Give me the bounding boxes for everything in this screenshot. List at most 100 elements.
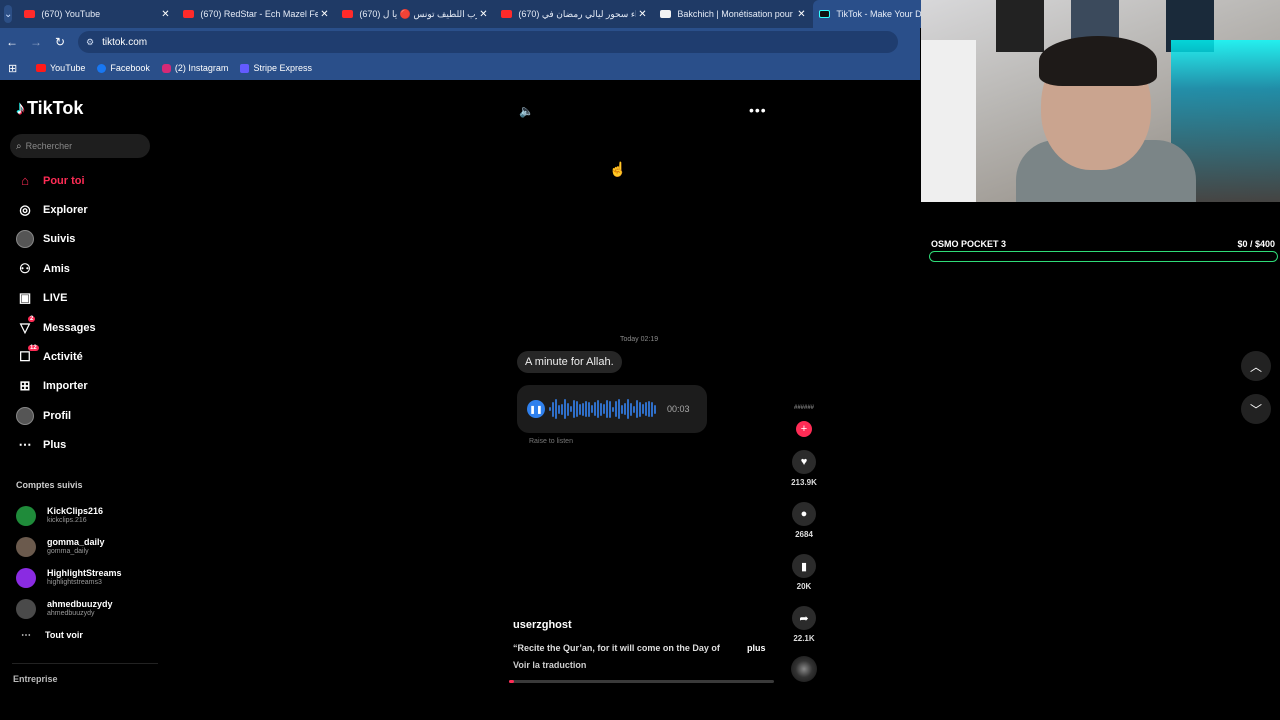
video-description: “Recite the Qur’an, for it will come on … — [513, 643, 720, 653]
followed-account[interactable]: HighlightStreams highlightstreams3 — [0, 562, 160, 593]
instagram-icon — [161, 63, 171, 73]
account-avatar — [16, 536, 36, 557]
save-button[interactable]: ▮ 20K — [784, 554, 824, 591]
messages-icon: ▽ — [20, 319, 30, 335]
close-tab-icon[interactable]: ✕ — [159, 9, 171, 20]
tab-title: Bakchich | Monétisation pour le — [677, 9, 796, 19]
nav-item[interactable]: ⋯ Plus — [0, 431, 160, 460]
followed-account[interactable]: ahmedbuuzydy ahmedbuuzydy — [0, 593, 160, 624]
browser-tab[interactable]: (670) أجواء سحور ليالي رمضان في✕ — [495, 0, 654, 28]
search-placeholder: Rechercher — [25, 141, 73, 151]
tab-title: (670) أجواء سحور ليالي رمضان في — [518, 8, 637, 19]
video-author[interactable]: userzghost — [513, 619, 572, 631]
voice-message: ❚❚ 00:03 — [517, 385, 707, 433]
description-more-button[interactable]: plus — [747, 643, 766, 653]
tiktok-logo[interactable]: ♪ TikTok — [16, 98, 83, 119]
reload-icon[interactable]: ↻ — [48, 35, 72, 49]
close-tab-icon[interactable]: ✕ — [636, 9, 648, 20]
nav-item[interactable]: Suivis — [0, 225, 160, 254]
search-input[interactable]: ⌕ Rechercher — [10, 134, 150, 158]
account-name: ahmedbuuzydy — [47, 599, 113, 609]
sidebar-divider — [12, 663, 158, 664]
more-options-icon[interactable]: ••• — [749, 102, 767, 118]
video-player[interactable]: 🔈 ••• Today 02:19 A minute for Allah. ❚❚… — [505, 80, 775, 686]
more-icon: ⋯ — [18, 437, 32, 453]
chevron-up-icon: ︿ — [1249, 359, 1262, 374]
browser-tab[interactable]: (670) حزب اللطيف تونس 🔴 يا ل ✕ — [336, 0, 495, 28]
nav-badge: 12 — [28, 345, 39, 352]
goal-progress-bar — [929, 251, 1278, 262]
bookmark-youtube[interactable]: YouTube — [36, 63, 85, 73]
browser-tab[interactable]: Bakchich | Monétisation pour le ✕ — [654, 0, 813, 28]
comment-button[interactable]: ● 2684 — [784, 502, 824, 539]
bookmark-facebook[interactable]: Facebook — [97, 63, 150, 73]
close-tab-icon[interactable]: ✕ — [318, 9, 330, 20]
share-icon: ➦ — [792, 606, 816, 630]
avatar-icon — [16, 230, 34, 249]
nav-item[interactable]: Profil — [0, 401, 160, 430]
nav-item[interactable]: ▽ Messages 2 — [0, 313, 160, 342]
close-tab-icon[interactable]: ✕ — [477, 9, 489, 20]
nav-label: Messages — [43, 321, 96, 334]
forward-arrow-icon[interactable]: → — [24, 35, 48, 49]
share-button[interactable]: ➦ 22.1K — [784, 606, 824, 643]
follow-plus-icon[interactable]: + — [796, 421, 812, 437]
bookmark-label: Stripe Express — [253, 63, 312, 73]
address-bar[interactable]: ⚙ tiktok.com — [78, 31, 898, 53]
heart-icon: ♥ — [792, 450, 816, 474]
author-avatar[interactable]: ###### + — [784, 405, 824, 437]
previous-video-button[interactable]: ︿ — [1241, 351, 1271, 381]
followed-account[interactable]: KickClips216 kickclips.216 — [0, 500, 160, 531]
site-info-icon[interactable]: ⚙ — [86, 37, 94, 48]
bookmark-label: Facebook — [110, 63, 150, 73]
url-text[interactable]: tiktok.com — [102, 37, 147, 48]
nav-item[interactable]: ⊞ Importer — [0, 372, 160, 401]
apps-grid-icon[interactable]: ⊞ — [8, 62, 22, 75]
followed-account[interactable]: gomma_daily gomma_daily — [0, 531, 160, 562]
webcam-poster — [996, 0, 1044, 52]
nav-item[interactable]: ⌂ Pour toi — [0, 166, 160, 195]
music-disc[interactable] — [784, 656, 824, 682]
webcam-person-hair — [1039, 36, 1157, 86]
like-count: 213.9K — [791, 478, 817, 487]
tab-search-icon[interactable]: ⌄ — [4, 5, 13, 23]
video-progress-bar[interactable] — [509, 680, 774, 683]
goal-label: OSMO POCKET 3 — [931, 239, 1007, 249]
like-button[interactable]: ♥ 213.9K — [784, 450, 824, 487]
browser-tab[interactable]: (670) YouTube ✕ — [18, 0, 177, 28]
nav-item[interactable]: ⚇ Amis — [0, 254, 160, 283]
nav-label: Profil — [43, 409, 72, 422]
youtube-icon — [183, 10, 195, 18]
nav-item[interactable]: ◎ Explorer — [0, 195, 160, 224]
company-link[interactable]: Entreprise — [13, 674, 58, 684]
back-arrow-icon[interactable]: ← — [0, 35, 24, 49]
youtube-icon — [501, 10, 513, 18]
close-tab-icon[interactable]: ✕ — [795, 9, 807, 20]
nav-item[interactable]: ▣ LIVE — [0, 284, 160, 313]
nav-item[interactable]: ☐ Activité 12 — [0, 342, 160, 371]
browser-tab-strip: ⌄ (670) YouTube ✕ (670) RedStar - Ech Maze… — [0, 0, 973, 28]
account-avatar — [16, 567, 36, 588]
volume-icon[interactable]: 🔈 — [519, 104, 534, 118]
friends-icon: ⚇ — [19, 260, 31, 276]
account-name: KickClips216 — [47, 506, 104, 516]
goal-amount: $0 / $400 — [1237, 239, 1275, 249]
see-all-link[interactable]: ⋯ Tout voir — [0, 624, 160, 646]
bookmark-stripe[interactable]: Stripe Express — [240, 63, 312, 73]
bookmark-instagram[interactable]: (2) Instagram — [161, 63, 229, 73]
nav-badge: 2 — [28, 315, 36, 322]
bookmarks-bar: ⊞ YouTube Facebook (2) Instagram Stripe … — [0, 56, 920, 80]
video-progress-fill — [509, 680, 515, 683]
account-handle: highlightstreams3 — [47, 579, 102, 586]
browser-tab[interactable]: (670) RedStar - Ech Mazel Feat ✕ — [177, 0, 336, 28]
see-translation-link[interactable]: Voir la traduction — [513, 660, 586, 670]
tab-list: (670) YouTube ✕ (670) RedStar - Ech Mazel … — [18, 0, 973, 28]
bookmark-label: (2) Instagram — [174, 63, 229, 73]
activity-icon: ☐ — [19, 349, 31, 365]
facebook-icon — [97, 63, 107, 73]
pause-icon: ❚❚ — [527, 400, 545, 418]
message-timestamp: Today 02:19 — [620, 336, 659, 343]
music-disc-icon — [791, 656, 817, 682]
next-video-button[interactable]: ﹀ — [1241, 394, 1271, 424]
webcam-door — [921, 40, 976, 202]
